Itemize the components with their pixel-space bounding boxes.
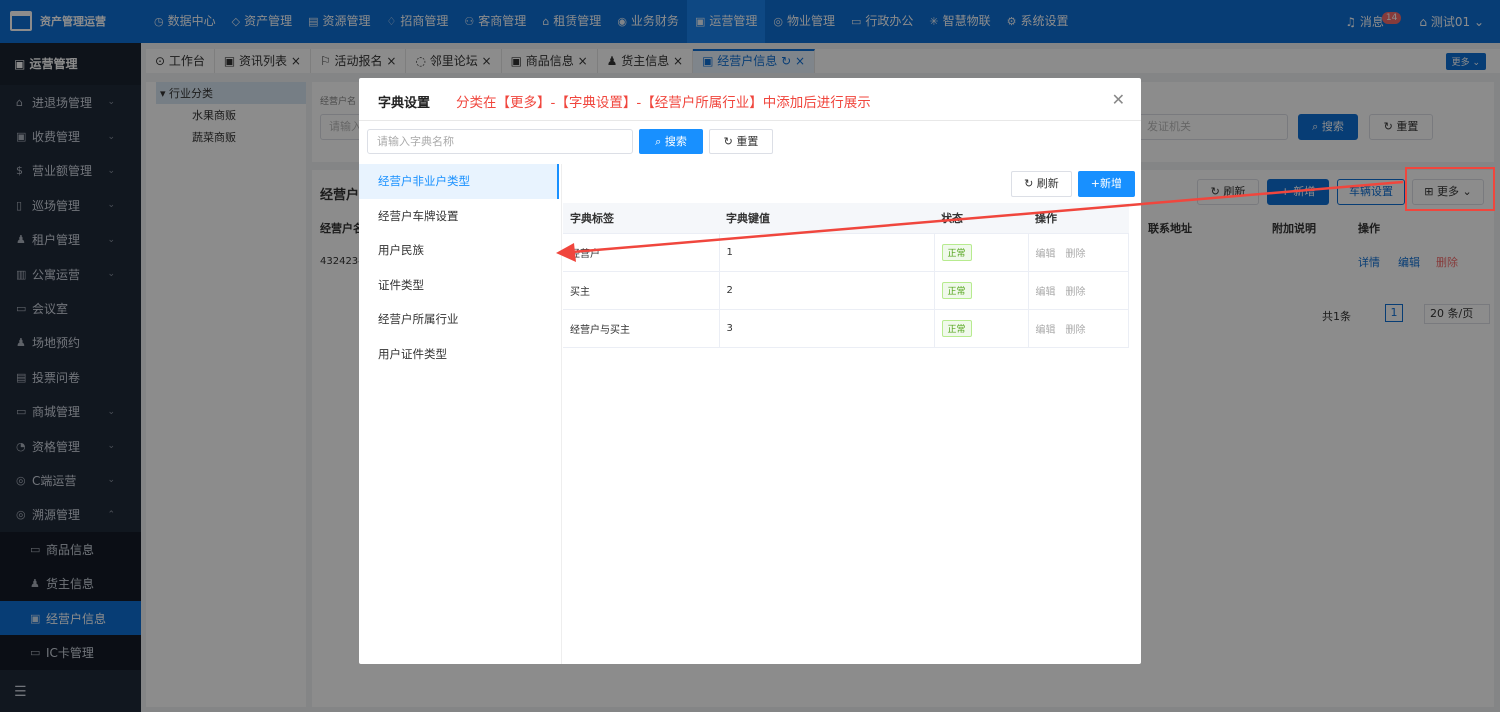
- annotation-arrow: [556, 180, 1404, 262]
